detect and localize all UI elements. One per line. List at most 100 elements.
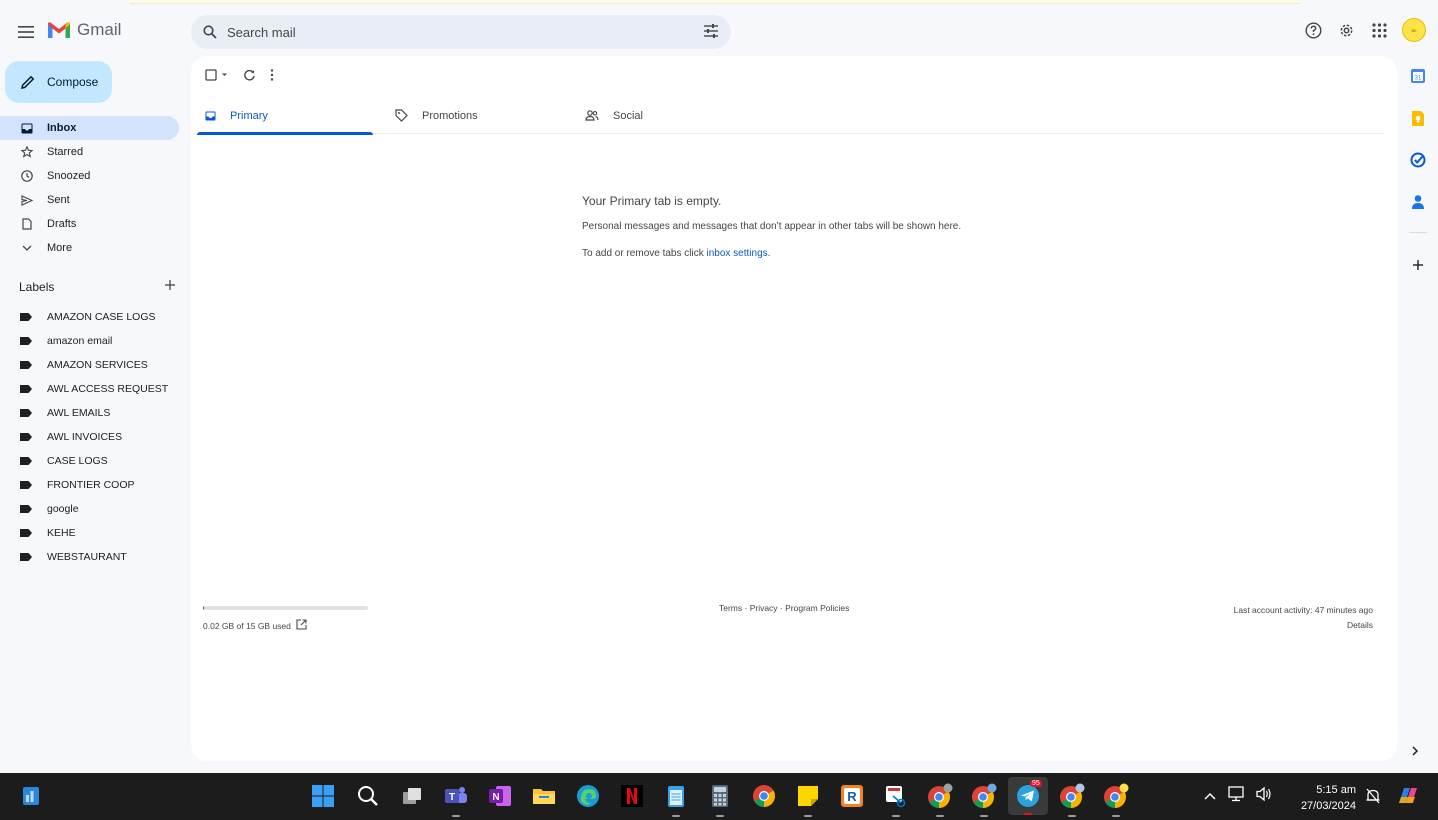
telegram-badge: 95 [1030, 780, 1042, 787]
nav-item-drafts[interactable]: Drafts [0, 212, 179, 236]
edge-app[interactable] [575, 783, 601, 809]
volume-button[interactable] [1255, 786, 1273, 807]
details-link[interactable]: Details [1234, 618, 1373, 633]
teams-app[interactable]: T [443, 783, 469, 817]
notifications-button[interactable] [1360, 783, 1386, 809]
notepad-app[interactable] [663, 783, 689, 817]
chrome-app[interactable] [751, 783, 777, 809]
chevron-down-icon [20, 241, 34, 255]
widgets-button[interactable] [18, 783, 44, 809]
search-bar[interactable] [191, 15, 731, 49]
chrome-profile-2[interactable] [971, 783, 997, 817]
chrome-profile-1[interactable] [927, 783, 953, 817]
label-item[interactable]: FRONTIER COOP [0, 473, 179, 497]
more-actions-button[interactable] [270, 67, 274, 83]
netflix-app[interactable] [619, 783, 645, 809]
label-item[interactable]: AWL ACCESS REQUEST [0, 377, 179, 401]
label-item[interactable]: AWL EMAILS [0, 401, 179, 425]
remote-app[interactable]: R [839, 783, 865, 809]
nav-item-snoozed[interactable]: Snoozed [0, 164, 179, 188]
inbox-settings-link[interactable]: inbox settings [707, 248, 768, 259]
activity-text: Last account activity: 47 minutes ago [1233, 605, 1373, 615]
open-external-icon [296, 619, 307, 630]
label-item[interactable]: KEHE [0, 521, 179, 545]
gmail-logo[interactable]: Gmail [47, 20, 121, 40]
onenote-app[interactable]: N [487, 783, 513, 809]
empty-title: Your Primary tab is empty. [582, 194, 722, 208]
sticky-notes-app[interactable] [795, 783, 821, 817]
tasks-icon [1410, 152, 1426, 168]
account-activity: Last account activity: 47 minutes ago De… [1234, 603, 1373, 633]
label-item[interactable]: CASE LOGS [0, 449, 179, 473]
task-view-button[interactable] [399, 783, 425, 809]
clock[interactable]: 5:15 am 27/03/2024 [1290, 782, 1356, 814]
telegram-app[interactable]: 95 [1008, 777, 1048, 815]
help-button[interactable] [1303, 20, 1323, 40]
contacts-button[interactable] [1406, 190, 1430, 214]
label-name: AWL EMAILS [47, 407, 111, 419]
label-item[interactable]: google [0, 497, 179, 521]
star-icon [20, 145, 34, 159]
chrome-icon [928, 783, 953, 808]
calendar-button[interactable]: 31 [1406, 64, 1430, 88]
label-name: AMAZON SERVICES [47, 359, 148, 371]
category-tabs: Primary Promotions Social [197, 97, 1384, 135]
labels-header: Labels [19, 279, 176, 294]
snipping-tool-icon [886, 786, 906, 808]
search-icon[interactable] [203, 25, 217, 39]
search-options-button[interactable] [703, 23, 719, 44]
label-item[interactable]: AMAZON SERVICES [0, 353, 179, 377]
folder-nav: Inbox Starred Snoozed Sent Drafts More [0, 116, 179, 260]
refresh-button[interactable] [243, 67, 256, 83]
start-button[interactable] [310, 783, 336, 809]
copilot-button[interactable] [1395, 783, 1421, 809]
show-hidden-icons-button[interactable] [1203, 788, 1217, 806]
create-label-button[interactable] [164, 279, 176, 294]
compose-button[interactable]: Compose [5, 61, 112, 103]
nav-item-sent[interactable]: Sent [0, 188, 179, 212]
file-explorer-app[interactable] [531, 783, 557, 809]
show-side-panel-button[interactable] [1410, 744, 1420, 763]
network-button[interactable] [1227, 786, 1245, 807]
gear-icon [1340, 24, 1352, 36]
nav-item-inbox[interactable]: Inbox [0, 116, 179, 140]
nav-item-starred[interactable]: Starred [0, 140, 179, 164]
main-menu-button[interactable] [12, 18, 40, 46]
running-indicator [1112, 815, 1120, 817]
nav-label: More [47, 242, 73, 254]
policy-links[interactable]: Terms · Privacy · Program Policies [719, 603, 849, 613]
label-icon [20, 553, 32, 561]
select-all-checkbox[interactable] [205, 67, 229, 83]
chrome-profile-3[interactable] [1059, 783, 1085, 817]
mail-toolbar [205, 67, 274, 83]
apps-button[interactable] [1369, 20, 1389, 40]
header: Gmail BE [0, 0, 1438, 64]
taskbar-search-button[interactable] [355, 783, 381, 809]
label-icon [20, 313, 32, 321]
settings-button[interactable] [1336, 20, 1356, 40]
contacts-icon [1412, 195, 1424, 209]
running-indicator [672, 815, 680, 817]
tab-primary[interactable]: Primary [197, 97, 373, 135]
account-avatar[interactable]: BE [1402, 18, 1426, 42]
search-input[interactable] [227, 24, 667, 40]
svg-text:31: 31 [1415, 76, 1422, 82]
snipping-tool-app[interactable] [883, 783, 909, 817]
tag-icon [395, 109, 408, 122]
tab-promotions[interactable]: Promotions [387, 97, 563, 134]
chrome-profile-4[interactable] [1103, 783, 1129, 817]
label-item[interactable]: WEBSTAURANT [0, 545, 179, 569]
side-panel: 31 [1406, 64, 1430, 295]
label-item[interactable]: AMAZON CASE LOGS [0, 305, 179, 329]
label-item[interactable]: AWL INVOICES [0, 425, 179, 449]
keep-button[interactable] [1406, 106, 1430, 130]
empty-description: Personal messages and messages that don’… [582, 221, 962, 232]
calculator-app[interactable] [707, 783, 733, 817]
manage-storage-button[interactable] [296, 619, 307, 632]
task-view-icon [403, 788, 421, 804]
get-addons-button[interactable] [1406, 253, 1430, 277]
label-item[interactable]: amazon email [0, 329, 179, 353]
tasks-button[interactable] [1406, 148, 1430, 172]
tab-social[interactable]: Social [577, 97, 753, 134]
nav-item-more[interactable]: More [0, 236, 179, 260]
